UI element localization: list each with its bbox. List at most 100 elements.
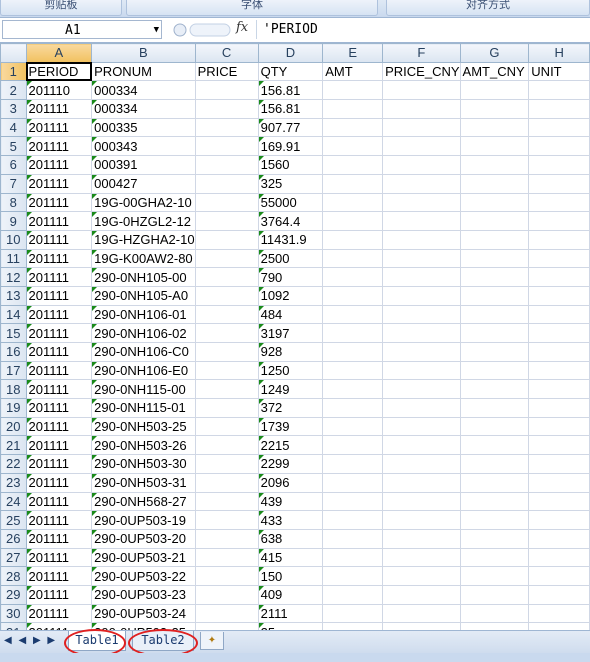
cell-c[interactable] bbox=[194, 566, 259, 586]
cell-d[interactable]: 156.81 bbox=[257, 80, 324, 101]
column-header-b[interactable]: B bbox=[91, 43, 196, 63]
cell-h[interactable] bbox=[528, 528, 590, 549]
cell-a[interactable]: 201111 bbox=[25, 416, 93, 437]
cell-d[interactable]: 156.81 bbox=[257, 99, 324, 119]
cell-g[interactable] bbox=[459, 211, 530, 231]
cell-e[interactable] bbox=[322, 398, 384, 418]
cell-c[interactable] bbox=[194, 510, 259, 530]
cell-c[interactable] bbox=[194, 267, 259, 287]
cell-e[interactable]: AMT bbox=[322, 61, 384, 82]
ribbon-group-alignment[interactable]: 对齐方式 bbox=[386, 0, 590, 16]
name-box[interactable]: A1 ▼ bbox=[2, 20, 162, 39]
cell-h[interactable] bbox=[528, 173, 590, 194]
cell-f[interactable] bbox=[382, 435, 461, 456]
cell-h[interactable] bbox=[528, 454, 590, 474]
cell-e[interactable] bbox=[322, 622, 384, 630]
cell-f[interactable] bbox=[382, 547, 461, 568]
cell-a[interactable]: 201111 bbox=[25, 304, 93, 325]
cell-b[interactable]: 290-0NH106-02 bbox=[91, 323, 196, 343]
cell-f[interactable] bbox=[382, 510, 461, 530]
cell-d[interactable]: 150 bbox=[257, 566, 324, 586]
cell-g[interactable] bbox=[459, 323, 530, 343]
cell-e[interactable] bbox=[322, 379, 384, 400]
cell-a[interactable]: 201111 bbox=[25, 472, 93, 493]
cell-h[interactable] bbox=[528, 285, 590, 306]
row-header[interactable]: 2 bbox=[0, 80, 27, 101]
row-header[interactable]: 5 bbox=[0, 136, 27, 157]
cell-h[interactable] bbox=[528, 603, 590, 624]
cell-b[interactable]: 290-0UP503-22 bbox=[91, 566, 196, 586]
cell-e[interactable] bbox=[322, 566, 384, 586]
cell-e[interactable] bbox=[322, 80, 384, 101]
cell-a[interactable]: 201111 bbox=[25, 454, 93, 474]
cell-c[interactable] bbox=[194, 192, 259, 213]
cell-a[interactable]: 201111 bbox=[25, 435, 93, 456]
cell-b[interactable]: 290-0NH503-30 bbox=[91, 454, 196, 474]
cell-a[interactable]: 201111 bbox=[25, 229, 93, 250]
cell-f[interactable] bbox=[382, 528, 461, 549]
cell-g[interactable] bbox=[459, 136, 530, 157]
cell-b[interactable]: 19G-0HZGL2-12 bbox=[91, 211, 196, 231]
cell-c[interactable] bbox=[194, 491, 259, 512]
row-header[interactable]: 14 bbox=[0, 304, 27, 325]
cell-b[interactable]: 290-0NH106-E0 bbox=[91, 360, 196, 381]
row-header[interactable]: 30 bbox=[0, 603, 27, 624]
cell-c[interactable] bbox=[194, 379, 259, 400]
cell-a[interactable]: 201111 bbox=[25, 398, 93, 418]
column-header-e[interactable]: E bbox=[322, 43, 384, 63]
cell-e[interactable] bbox=[322, 435, 384, 456]
row-header[interactable]: 15 bbox=[0, 323, 27, 343]
cell-b[interactable]: 000343 bbox=[91, 136, 196, 157]
cell-c[interactable] bbox=[194, 547, 259, 568]
cell-b[interactable]: 290-0NH105-00 bbox=[91, 267, 196, 287]
cell-d[interactable]: 638 bbox=[257, 528, 324, 549]
cell-h[interactable] bbox=[528, 99, 590, 119]
cell-g[interactable] bbox=[459, 99, 530, 119]
cell-c[interactable] bbox=[194, 360, 259, 381]
cell-g[interactable] bbox=[459, 267, 530, 287]
cell-f[interactable] bbox=[382, 248, 461, 269]
cell-g[interactable] bbox=[459, 603, 530, 624]
cell-a[interactable]: PERIOD bbox=[25, 61, 93, 82]
cell-g[interactable] bbox=[459, 622, 530, 630]
cell-b[interactable]: 290-0NH503-26 bbox=[91, 435, 196, 456]
cell-d[interactable]: 11431.9 bbox=[257, 229, 324, 250]
cell-g[interactable] bbox=[459, 155, 530, 175]
row-header[interactable]: 11 bbox=[0, 248, 27, 269]
cell-g[interactable] bbox=[459, 173, 530, 194]
cell-h[interactable] bbox=[528, 435, 590, 456]
row-header[interactable]: 16 bbox=[0, 342, 27, 362]
cell-a[interactable]: 201110 bbox=[25, 80, 93, 101]
cell-c[interactable] bbox=[194, 99, 259, 119]
cell-d[interactable]: QTY bbox=[257, 61, 324, 82]
cell-c[interactable] bbox=[194, 229, 259, 250]
cell-b[interactable]: 290-0NH568-27 bbox=[91, 491, 196, 512]
formula-input[interactable]: 'PERIOD bbox=[256, 20, 588, 39]
cell-e[interactable] bbox=[322, 304, 384, 325]
cell-c[interactable] bbox=[194, 454, 259, 474]
cell-c[interactable] bbox=[194, 416, 259, 437]
cell-g[interactable] bbox=[459, 510, 530, 530]
cell-d[interactable]: 790 bbox=[257, 267, 324, 287]
row-header[interactable]: 25 bbox=[0, 510, 27, 530]
cell-g[interactable] bbox=[459, 229, 530, 250]
column-header-d[interactable]: D bbox=[257, 43, 324, 63]
cell-b[interactable]: 290-0UP503-23 bbox=[91, 584, 196, 605]
cell-g[interactable] bbox=[459, 285, 530, 306]
cell-e[interactable] bbox=[322, 155, 384, 175]
ribbon-group-font[interactable]: 字体 bbox=[126, 0, 378, 16]
row-header[interactable]: 18 bbox=[0, 379, 27, 400]
cell-h[interactable] bbox=[528, 379, 590, 400]
cell-e[interactable] bbox=[322, 173, 384, 194]
row-header[interactable]: 27 bbox=[0, 547, 27, 568]
cell-a[interactable]: 201111 bbox=[25, 584, 93, 605]
cell-e[interactable] bbox=[322, 248, 384, 269]
cell-c[interactable] bbox=[194, 136, 259, 157]
cell-b[interactable]: 290-0NH115-00 bbox=[91, 379, 196, 400]
cell-a[interactable]: 201111 bbox=[25, 603, 93, 624]
insert-function-icon[interactable]: fx bbox=[236, 20, 248, 35]
chevron-down-icon[interactable]: ▼ bbox=[154, 21, 159, 40]
cell-d[interactable]: 907.77 bbox=[257, 117, 324, 138]
cell-c[interactable] bbox=[194, 323, 259, 343]
cell-g[interactable] bbox=[459, 528, 530, 549]
